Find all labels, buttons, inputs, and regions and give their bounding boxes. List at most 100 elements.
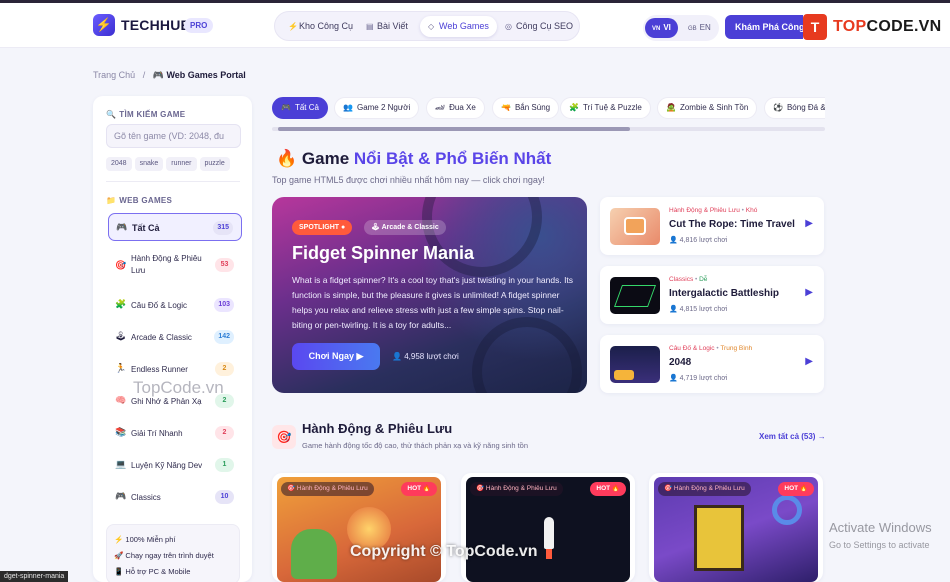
sidebar-item-classics[interactable]: 🎮 Classics 10 [108,483,242,511]
nav-item-articles[interactable]: ▤ Bài Viết [358,16,416,37]
sidebar-item-quick-fun[interactable]: 📚 Giải Trí Nhanh 2 [108,419,242,447]
lang-vi-button[interactable]: VN VI [645,18,678,38]
breadcrumb-current: 🎮 Web Games Portal [152,70,246,80]
brand-name[interactable]: TECHHUB [121,17,191,33]
tab-sports[interactable]: ⚽Bóng Đá & Thể Thao [764,97,825,119]
game-card-category: 🎯 Hành Động & Phiêu Lưu [470,482,563,496]
game-card-category: 🎯 Hành Động & Phiêu Lưu [281,482,374,496]
play-now-button[interactable]: Chơi Ngay ▶ [292,343,380,370]
featured-title-highlight: Nổi Bật & Phổ Biến Nhất [353,149,552,168]
runner-icon: 🏃 [115,363,127,373]
topcode-prefix: TOP [833,18,867,35]
game-title: Cut The Rope: Time Travel [669,219,795,230]
breadcrumb-home[interactable]: Trang Chủ [93,70,135,80]
game-card[interactable]: 🎯 Hành Động & Phiêu Lưu HOT 🔥 [649,473,823,582]
sidebar-item-label: Endless Runner [131,365,188,374]
side-game-card[interactable]: Câu Đố & Logic • Trung Bình 2048 👤 4,719… [600,335,824,393]
sidebar-item-all[interactable]: 🎮 Tất Cả 315 [108,213,242,241]
sidebar-item-puzzle[interactable]: 🧩 Câu Đố & Logic 103 [108,291,242,319]
spinner-graphic [422,197,542,277]
battleship-grid-art [613,285,657,307]
game-card[interactable]: 🎯 Hành Động & Phiêu Lưu HOT 🔥 [272,473,446,582]
nav-item-tools[interactable]: ⚡Kho Công Cụ [280,16,361,37]
search-tag[interactable]: runner [166,157,197,171]
feature-devices: 📱 Hỗ trợ PC & Mobile [114,567,191,576]
count-badge: 103 [214,298,234,312]
activate-windows-title: Activate Windows [829,520,932,535]
nav-item-seo-tools[interactable]: ◎ Công Cụ SEO [497,16,581,37]
action-section-subtitle: Game hành động tốc độ cao, thử thách phả… [302,441,529,450]
game-category: Câu Đố & Logic [669,345,715,352]
game-card[interactable]: 🎯 Hành Động & Phiêu Lưu HOT 🔥 [461,473,635,582]
feature-list-box: ⚡ 100% Miễn phí 🚀 Chạy ngay trên trình d… [106,524,240,582]
rocket-flame-art [546,549,552,559]
topcode-watermark: TopCode.vn [133,378,224,397]
user-icon: 👤 [392,352,402,361]
game-search-input[interactable] [106,124,241,148]
nav-item-web-games[interactable]: ◇ Web Games [420,16,497,37]
lang-label: EN [699,23,711,32]
gun-icon: 🔫 [501,103,511,112]
tab-label: Đua Xe [449,103,476,112]
featured-subtitle: Top game HTML5 được chơi nhiều nhất hôm … [272,175,545,185]
tab-shooting[interactable]: 🔫 Bắn Súng [492,97,560,119]
user-icon: 👤 [669,306,678,313]
featured-section-title: 🔥 Game Nổi Bật & Phổ Biến Nhất [276,149,551,169]
search-tag[interactable]: 2048 [106,157,132,171]
tab-label: Game 2 Người [356,103,411,112]
sidebar-item-arcade[interactable]: 🕹 Arcade & Classic 142 [108,323,242,351]
sidebar-item-label: Classics [131,493,161,502]
laptop-icon: 💻 [115,459,127,469]
sidebar-item-action[interactable]: 🎯 Hành Động & Phiêu Lưu 53 [108,251,242,279]
sidebar-item-label: Câu Đố & Logic [131,301,188,310]
tab-racing[interactable]: 🏎 Đua Xe [426,97,485,119]
pixel-character-art [694,505,744,571]
tab-puzzle[interactable]: 🧩 Trí Tuệ & Puzzle [560,97,651,119]
topcode-mark-icon: T [803,14,827,40]
game-thumbnail [610,208,660,245]
play-arrow-icon[interactable]: ▶ [805,287,813,298]
count-badge: 1 [215,458,234,472]
see-all-link[interactable]: Xem tất cả (53) → [759,432,826,441]
tabs-scrollbar-thumb[interactable] [278,127,630,131]
joystick-icon: 🕹 [115,331,127,341]
gamepad-icon: 🎮 [281,103,291,112]
fire-icon: 🔥 [276,149,298,168]
sidebar: 🔍TÌM KIẾM GAME 2048snakerunnerpuzzle 📁WE… [93,96,252,582]
game-thumbnail [610,277,660,314]
hot-badge: HOT 🔥 [778,482,814,496]
category-tabs: 🎮 Tất Cả 👥 Game 2 Người 🏎 Đua Xe 🔫 Bắn Súng … [272,96,825,120]
spotlight-game-card[interactable]: SPOTLIGHT ● 🕹 Arcade & Classic Fidget Sp… [272,197,587,393]
2048-tile-art [614,370,634,380]
breadcrumb-separator: / [142,70,146,80]
side-game-card[interactable]: Hành Động & Phiêu Lưu • Khó Cut The Rope… [600,197,824,255]
brand-pro-badge: PRO [184,18,214,33]
soccer-ball-icon: ⚽ [773,103,783,112]
lang-en-button[interactable]: GB EN [681,18,718,38]
game-play-count: 👤 4,815 lượt chơi [669,305,727,313]
games-section-title: 📁 WEB GAMES [106,196,172,205]
tab-zombie[interactable]: 🧟 Zombie & Sinh Tồn [657,97,758,119]
game-play-count-text: 4,719 lượt chơi [679,375,728,382]
tab-all[interactable]: 🎮 Tất Cả [272,97,328,119]
brand-logo-icon[interactable]: ⚡ [93,14,115,36]
target-icon: 🎯 [115,260,127,270]
sidebar-item-label: Arcade & Classic [131,333,192,342]
target-icon: ◎ [505,22,512,31]
sidebar-item-label: Giải Trí Nhanh [131,429,183,438]
brain-icon: 🧠 [115,395,127,405]
play-arrow-icon[interactable]: ▶ [805,218,813,229]
search-icon: 🔍 [106,110,117,119]
hot-badge: HOT 🔥 [401,482,437,496]
sidebar-item-dev-skills[interactable]: 💻 Luyện Kỹ Năng Dev 1 [108,451,242,479]
search-tag[interactable]: puzzle [199,157,230,171]
game-category-line: Câu Đố & Logic • Trung Bình [669,345,753,352]
game-difficulty: Dễ [699,276,708,283]
count-badge: 315 [213,221,233,235]
search-tag[interactable]: snake [134,157,164,171]
hero-play-count: 👤 4,958 lượt chơi [392,352,459,361]
side-game-card[interactable]: Classics • Dễ Intergalactic Battleship 👤… [600,266,824,324]
tab-two-player[interactable]: 👥 Game 2 Người [334,97,420,119]
play-arrow-icon[interactable]: ▶ [805,356,813,367]
sidebar-item-label: Hành Động & Phiêu Lưu [131,254,202,275]
